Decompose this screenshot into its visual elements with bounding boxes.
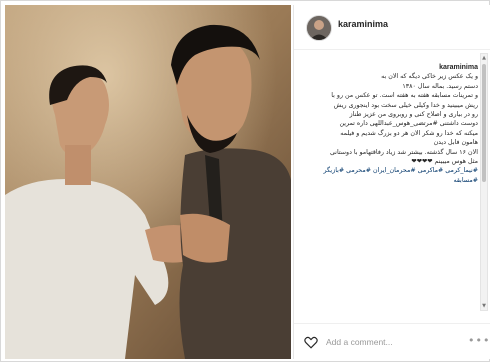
post-header: karaminima xyxy=(294,5,490,50)
caption: karaminima و یک عکس زیر خاکی دیگه که الا… xyxy=(302,63,478,278)
caption-hashtags[interactable]: #نیما_کرمی #ماکرمی #محرمان_ایران #محرمی … xyxy=(302,166,478,185)
post-window: karaminima karaminima و یک عکس زیر خاکی … xyxy=(0,0,490,362)
avatar-image xyxy=(307,16,331,40)
add-comment-input[interactable]: Add a comment... xyxy=(326,337,393,347)
caption-line: میکنه که خدا رو شکر الان هر دو بزرگ شدیم… xyxy=(340,129,478,137)
post-footer: Add a comment... ••• xyxy=(294,323,490,360)
scroll-down-arrow-icon[interactable]: ▼ xyxy=(481,302,487,310)
more-options-icon[interactable]: ••• xyxy=(468,334,490,347)
post-sidebar: karaminima karaminima و یک عکس زیر خاکی … xyxy=(293,5,490,359)
caption-line: و تمرینات مسابقه هفته به هفته است. تو عک… xyxy=(331,92,478,100)
caption-line: مثل هوس میبینم ❤❤❤❤ xyxy=(411,158,478,166)
caption-line: دستم رسید. بماله سال ۱۳۸۰ xyxy=(402,82,478,90)
post-photo[interactable] xyxy=(5,5,291,359)
caption-username[interactable]: karaminima xyxy=(439,63,478,72)
caption-line: ریش میبینید و خدا وکیلی خیلی سخت بود این… xyxy=(333,101,478,109)
caption-line: الان ۱۶ سال گذشته. بیشتر شد زیاد رفاقتها… xyxy=(329,148,478,156)
caption-line: هامون فابل دیدن xyxy=(433,139,478,147)
avatar[interactable] xyxy=(306,15,332,41)
photo-illustration xyxy=(5,5,291,359)
heart-outline-icon[interactable] xyxy=(304,336,318,349)
scrollbar-thumb[interactable] xyxy=(482,64,486,182)
caption-line: و یک عکس زیر خاکی دیگه که الان به xyxy=(381,73,478,81)
caption-line: دوست داشتنی #مرتضی_هوس_عبداللهی داره تمر… xyxy=(339,120,478,128)
scroll-up-arrow-icon[interactable]: ▲ xyxy=(481,54,487,62)
username-link[interactable]: karaminima xyxy=(338,19,388,29)
caption-line: karaminima xyxy=(302,63,478,72)
caption-line: رو در بیاری و اصلاح کنی و روبروی من عزیز… xyxy=(349,111,478,119)
caption-scrollbar[interactable]: ▲ ▼ xyxy=(480,53,488,311)
